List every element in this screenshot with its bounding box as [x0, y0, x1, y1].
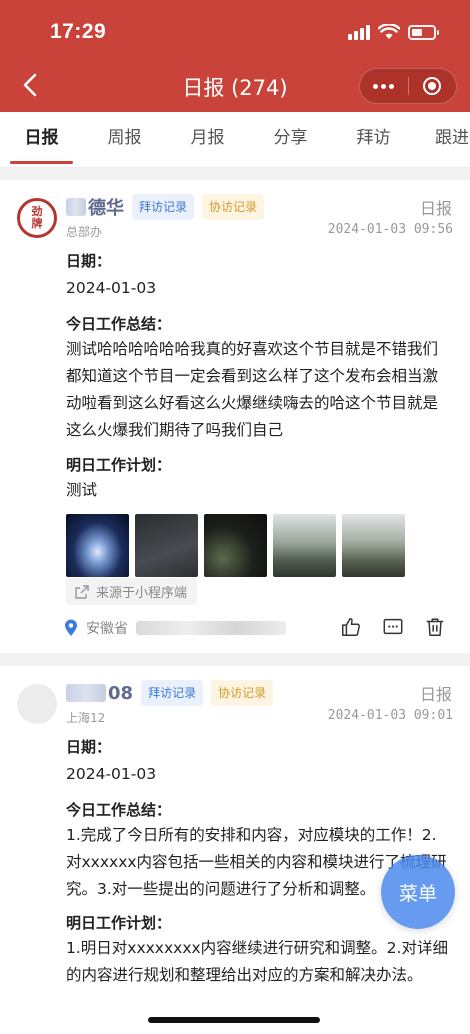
app-header: 17:29 日报 (274) [0, 0, 470, 112]
report-datetime: 2024-01-03 09:01 [327, 708, 453, 723]
plan-section: 明日工作计划： 1.明日对xxxxxxxx内容继续进行研究和调整。2.对详细的内… [66, 912, 451, 989]
report-datetime: 2024-01-03 09:56 [327, 222, 453, 237]
photo-thumbnail[interactable] [342, 514, 405, 577]
more-icon [373, 83, 395, 89]
photo-thumbnail[interactable] [66, 514, 129, 577]
location-text: 安徽省 [86, 621, 128, 637]
report-tabs: 日报 周报 月报 分享 拜访 跟进 [0, 112, 470, 168]
tab-monthly[interactable]: 月报 [166, 112, 249, 167]
battery-icon [408, 24, 439, 40]
author-row: 08 拜访记录 协访记录 [66, 680, 274, 706]
location-row: 安徽省 [65, 618, 288, 638]
tab-share[interactable]: 分享 [249, 112, 332, 167]
tab-weekly[interactable]: 周报 [83, 112, 166, 167]
date-section: 日期： 2024-01-03 [66, 736, 451, 788]
status-bar: 17:29 [0, 0, 470, 62]
photo-thumbnail[interactable] [135, 514, 198, 577]
redacted-name [66, 684, 106, 702]
tab-followup[interactable]: 跟进 [415, 112, 470, 167]
summary-section: 今日工作总结： 测试哈哈哈哈哈哈我真的好喜欢这个节目就是不错我们都知道这个节目一… [66, 313, 451, 444]
plan-text: 1.明日对xxxxxxxx内容继续进行研究和调整。2.对详细的内容进行规划和整理… [66, 939, 448, 984]
photo-gallery [66, 514, 405, 577]
miniprogram-capsule [359, 68, 457, 104]
report-card[interactable]: 劲牌 德华 拜访记录 协访记录 总部办 日报 2024-01-03 09:56 … [0, 180, 470, 653]
avatar: 劲牌 [17, 198, 57, 238]
close-miniprogram-button[interactable] [409, 69, 457, 103]
location-pin-icon [65, 619, 77, 636]
assist-record-tag[interactable]: 协访记录 [211, 680, 274, 706]
photo-thumbnail[interactable] [204, 514, 267, 577]
card-actions [340, 616, 446, 638]
menu-button[interactable]: 菜单 [381, 855, 455, 929]
report-type: 日报 [419, 199, 452, 218]
cellular-signal-icon [348, 24, 370, 40]
target-icon [423, 77, 442, 95]
plan-label: 明日工作计划： [66, 456, 172, 474]
date-label: 日期： [66, 738, 112, 756]
more-button[interactable] [360, 69, 408, 103]
date-value: 2024-01-03 [66, 765, 157, 783]
nav-bar: 日报 (274) [0, 62, 470, 112]
author-row: 德华 拜访记录 协访记录 [66, 194, 265, 220]
photo-thumbnail[interactable] [273, 514, 336, 577]
wifi-icon [378, 24, 400, 39]
delete-icon[interactable] [424, 616, 446, 638]
source-text: 来源于小程序端 [96, 586, 188, 601]
home-indicator [148, 1017, 320, 1023]
date-section: 日期： 2024-01-03 [66, 250, 451, 302]
summary-label: 今日工作总结： [66, 801, 172, 819]
tab-visit[interactable]: 拜访 [332, 112, 415, 167]
tab-daily[interactable]: 日报 [0, 112, 83, 167]
author-department: 总部办 [66, 225, 103, 239]
visit-record-tag[interactable]: 拜访记录 [141, 680, 204, 706]
like-icon[interactable] [340, 616, 362, 638]
assist-record-tag[interactable]: 协访记录 [202, 194, 265, 220]
redacted-name [66, 198, 86, 216]
date-value: 2024-01-03 [66, 279, 157, 297]
author-name: 德华 [88, 198, 124, 219]
date-label: 日期： [66, 252, 112, 270]
report-type: 日报 [419, 685, 452, 704]
author-name: 08 [108, 682, 134, 704]
status-time: 17:29 [50, 20, 107, 43]
visit-record-tag[interactable]: 拜访记录 [132, 194, 195, 220]
report-card[interactable]: 08 拜访记录 协访记录 上海12 日报 2024-01-03 09:01 日期… [0, 666, 470, 1034]
plan-section: 明日工作计划： 测试 [66, 454, 451, 504]
redacted-address [136, 621, 286, 635]
comment-icon[interactable] [382, 616, 404, 638]
summary-label: 今日工作总结： [66, 315, 172, 333]
status-icons [348, 24, 439, 40]
avatar [17, 684, 57, 724]
plan-text: 测试 [66, 481, 98, 499]
author-department: 上海12 [66, 711, 106, 725]
source-badge: 来源于小程序端 [66, 578, 198, 605]
summary-text: 测试哈哈哈哈哈哈我真的好喜欢这个节目就是不错我们都知道这个节目一定会看到这么样了… [66, 340, 439, 439]
external-link-icon [75, 584, 89, 599]
